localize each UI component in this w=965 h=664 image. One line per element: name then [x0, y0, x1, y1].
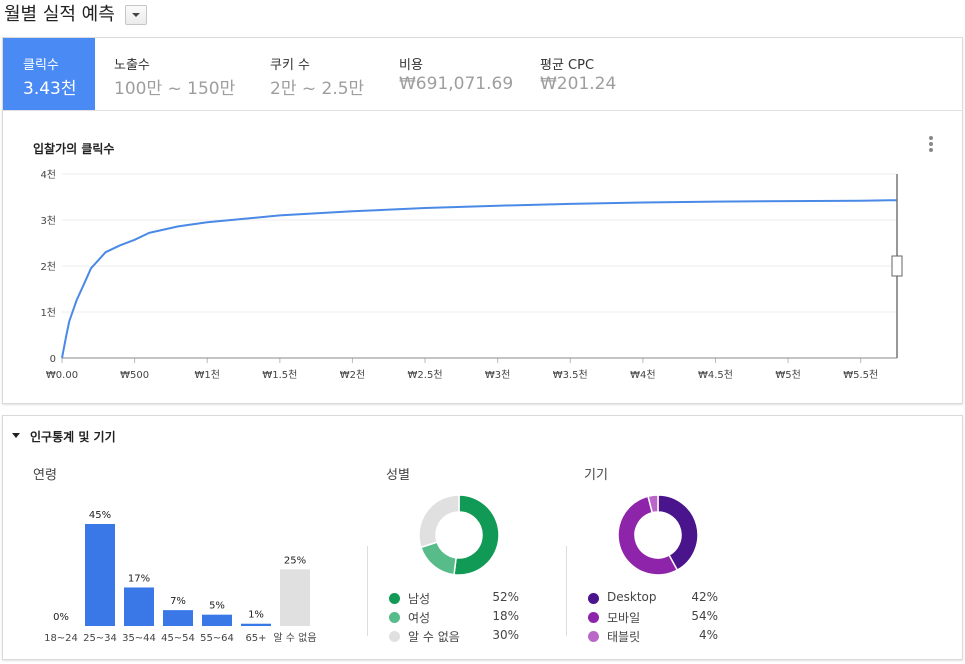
- x-tick-label: ₩0.00: [46, 370, 78, 381]
- metric-value: ₩691,071.69: [399, 74, 513, 94]
- legend-label: 여성: [408, 609, 430, 626]
- age-bar: [124, 587, 154, 626]
- legend-label: 남성: [408, 590, 430, 607]
- metric-value: 2만 ~ 2.5만: [270, 74, 364, 99]
- x-tick-label: ₩4천: [630, 369, 655, 381]
- metric-label: 노출수: [114, 54, 150, 73]
- divider: [367, 546, 368, 636]
- legend-item: 모바일 54%: [588, 608, 728, 627]
- age-category-label: 25~34: [83, 633, 117, 644]
- metrics-bar: 클릭수 3.43천 노출수 100만 ~ 150만 쿠키 수 2만 ~ 2.5만…: [3, 38, 962, 111]
- x-tick-label: ₩2천: [340, 369, 365, 381]
- legend-value: 54%: [691, 609, 718, 623]
- male-color-dot: [389, 593, 400, 604]
- demographics-card: 인구통계 및 기기 연령 성별 기기 0% 18~24 45% 25~34 17% 35~…: [2, 415, 963, 660]
- mobile-color-dot: [588, 612, 599, 623]
- female-color-dot: [389, 612, 400, 623]
- y-tick-label: 1천: [40, 307, 56, 319]
- bar-value-label: 1%: [248, 610, 264, 621]
- age-bar: [202, 615, 232, 626]
- metric-value: 100만 ~ 150만: [114, 74, 235, 99]
- legend-value: 4%: [699, 628, 718, 642]
- device-donut-chart: [617, 494, 699, 576]
- age-bar: [163, 610, 193, 626]
- x-tick-label: ₩5.5천: [843, 369, 878, 381]
- legend-value: 30%: [492, 628, 519, 642]
- device-title: 기기: [584, 464, 608, 483]
- metric-label: 쿠키 수: [270, 54, 310, 73]
- donut-slice: [421, 542, 456, 575]
- x-tick-label: ₩1.5천: [262, 369, 297, 381]
- age-category-label: 55~64: [200, 633, 234, 644]
- y-tick-label: 2천: [40, 261, 56, 273]
- metric-label: 평균 CPC: [540, 54, 594, 73]
- gender-legend: 남성 52% 여성 18% 알 수 없음 30%: [389, 589, 529, 646]
- legend-item: 여성 18%: [389, 608, 529, 627]
- bar-value-label: 0%: [53, 612, 69, 623]
- y-tick-label: 0: [50, 354, 56, 365]
- legend-item: 남성 52%: [389, 589, 529, 608]
- section-title[interactable]: 인구통계 및 기기: [30, 428, 116, 445]
- bar-value-label: 25%: [284, 555, 306, 566]
- gender-donut-chart: [418, 494, 500, 576]
- forecast-card: 클릭수 3.43천 노출수 100만 ~ 150만 쿠키 수 2만 ~ 2.5만…: [2, 37, 963, 404]
- age-category-label: 35~44: [122, 633, 156, 644]
- age-bar: [85, 524, 115, 626]
- tablet-color-dot: [588, 631, 599, 642]
- bar-value-label: 5%: [209, 601, 225, 612]
- metric-label: 비용: [399, 54, 423, 73]
- metric-label: 클릭수: [23, 54, 59, 73]
- legend-item: 알 수 없음 30%: [389, 627, 529, 646]
- series-line-clicks: [62, 200, 897, 358]
- x-tick-label: ₩5천: [775, 369, 800, 381]
- age-category-label: 알 수 없음: [273, 631, 316, 644]
- collapse-triangle-icon[interactable]: [12, 433, 20, 438]
- chevron-down-icon: [132, 13, 140, 17]
- y-tick-label: 4천: [40, 169, 56, 181]
- bar-value-label: 7%: [170, 596, 186, 607]
- x-tick-label: ₩3.5천: [553, 369, 588, 381]
- age-bar-chart: 0% 18~24 45% 25~34 17% 35~44 7% 45~54 5% 55~64 1% 6…: [33, 496, 343, 646]
- donut-slice: [454, 495, 499, 575]
- legend-label: 알 수 없음: [408, 628, 460, 645]
- desktop-color-dot: [588, 593, 599, 604]
- legend-item: 태블릿 4%: [588, 627, 728, 646]
- bid-slider-handle[interactable]: [892, 256, 902, 276]
- age-bar: [241, 624, 271, 626]
- line-chart: 0 1천 2천 3천 4천 ₩0.00 ₩500 ₩1천 ₩1.5천 ₩2천 ₩2.5천 ₩3천 ₩3.…: [3, 158, 962, 404]
- age-category-label: 65+: [245, 633, 266, 644]
- age-title: 연령: [33, 464, 57, 483]
- legend-label: 태블릿: [607, 628, 640, 645]
- more-vert-icon[interactable]: [927, 134, 935, 156]
- gender-title: 성별: [386, 464, 410, 483]
- legend-label: 모바일: [607, 609, 640, 626]
- page-title: 월별 실적 예측: [4, 4, 115, 26]
- x-tick-label: ₩3천: [485, 369, 510, 381]
- x-tick-label: ₩2.5천: [408, 369, 443, 381]
- metric-value: 3.43천: [23, 74, 77, 99]
- chart-title: 입찰가의 클릭수: [33, 140, 114, 157]
- x-tick-label: ₩500: [120, 370, 149, 381]
- title-dropdown-button[interactable]: [125, 5, 147, 25]
- bar-value-label: 17%: [128, 573, 150, 584]
- age-bar: [280, 569, 310, 626]
- metric-tab-clicks[interactable]: 클릭수 3.43천: [3, 38, 95, 110]
- x-tick-label: ₩4.5천: [698, 369, 733, 381]
- legend-value: 52%: [492, 590, 519, 604]
- device-legend: Desktop 42% 모바일 54% 태블릿 4%: [588, 589, 728, 646]
- unknown-color-dot: [389, 631, 400, 642]
- metric-value: ₩201.24: [540, 74, 616, 94]
- y-tick-label: 3천: [40, 215, 56, 227]
- legend-value: 42%: [691, 590, 718, 604]
- legend-value: 18%: [492, 609, 519, 623]
- legend-item: Desktop 42%: [588, 589, 728, 608]
- age-category-label: 18~24: [44, 633, 78, 644]
- legend-label: Desktop: [607, 590, 657, 604]
- x-tick-label: ₩1천: [194, 369, 219, 381]
- bar-value-label: 45%: [89, 510, 111, 521]
- donut-slice: [419, 495, 459, 547]
- divider: [566, 546, 567, 636]
- age-category-label: 45~54: [161, 633, 195, 644]
